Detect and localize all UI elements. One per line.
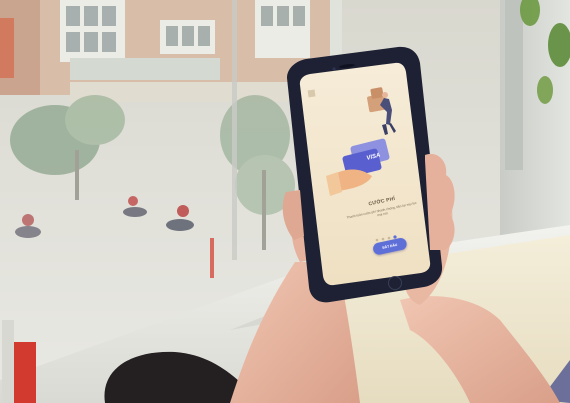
building xyxy=(0,0,330,102)
home-button xyxy=(388,276,402,290)
red-flag xyxy=(14,342,36,403)
flag-pole xyxy=(2,320,14,403)
corner-square xyxy=(307,89,316,98)
front-camera xyxy=(332,67,336,71)
road-post xyxy=(210,238,214,278)
lamp-post xyxy=(232,0,237,260)
photo-scene xyxy=(0,0,570,403)
window-mullion xyxy=(505,0,523,170)
